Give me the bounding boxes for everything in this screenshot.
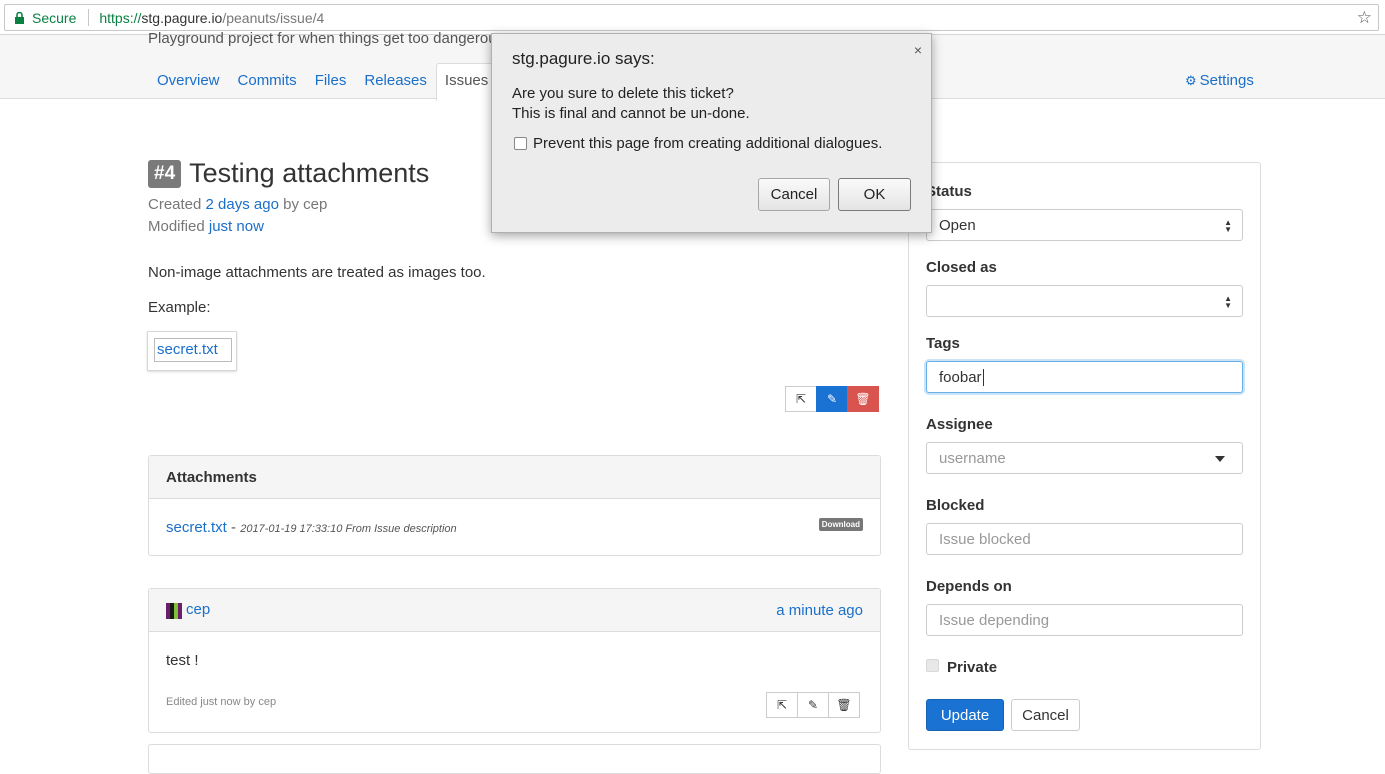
comment-share-button[interactable]: ⇱ — [766, 692, 798, 718]
attachments-title: Attachments — [149, 456, 880, 499]
url-box[interactable]: Secure https://stg.pagure.io/peanuts/iss… — [4, 4, 1379, 31]
issue-title: #4 Testing attachments — [148, 158, 429, 189]
tags-input[interactable]: foobar — [926, 361, 1243, 393]
comment-author-link[interactable]: cep — [186, 601, 210, 618]
tab-commits[interactable]: Commits — [229, 63, 306, 101]
select-arrows-icon: ▲ ▼ — [1224, 294, 1232, 310]
tab-releases[interactable]: Releases — [355, 63, 436, 101]
assignee-input[interactable]: username — [926, 442, 1243, 474]
comment-edit-button[interactable]: ✎ — [797, 692, 829, 718]
pencil-icon: ✎ — [807, 698, 819, 712]
issue-actions: ⇱ ✎ 🗑 — [785, 386, 879, 412]
edit-button[interactable]: ✎ — [816, 386, 848, 412]
prevent-dialogs-checkbox[interactable] — [514, 137, 527, 150]
attachment-file-link[interactable]: secret.txt — [166, 519, 227, 536]
trash-icon: 🗑 — [836, 698, 852, 712]
depends-on-label: Depends on — [926, 578, 1012, 595]
repo-tabs: Overview Commits Files Releases Issues — [148, 63, 498, 101]
sidebar-cancel-button[interactable]: Cancel — [1011, 699, 1080, 731]
issue-number-badge: #4 — [148, 159, 182, 188]
private-label: Private — [947, 659, 998, 676]
modified-when-link[interactable]: just now — [209, 218, 264, 235]
attachment-row: secret.txt - 2017-01-19 17:33:10 From Is… — [166, 519, 457, 536]
dialog-title: stg.pagure.io says: — [512, 49, 655, 68]
url-text[interactable]: https://stg.pagure.io/peanuts/issue/4 — [99, 10, 324, 26]
status-select[interactable]: Open ▲ ▼ — [926, 209, 1243, 241]
select-arrows-icon: ▲ ▼ — [1224, 218, 1232, 234]
text-cursor — [982, 368, 984, 386]
close-icon[interactable]: × — [914, 42, 922, 58]
tab-files[interactable]: Files — [306, 63, 356, 101]
chevron-down-icon — [1215, 456, 1225, 462]
created-when-link[interactable]: 2 days ago — [206, 196, 279, 213]
comment-time-link[interactable]: a minute ago — [776, 602, 863, 619]
comment-actions: ⇱ ✎ 🗑 — [766, 692, 860, 718]
issue-modified-meta: Modified just now — [148, 218, 264, 235]
attachments-panel: Attachments secret.txt - 2017-01-19 17:3… — [148, 455, 881, 556]
prevent-dialogs-label[interactable]: Prevent this page from creating addition… — [533, 135, 882, 152]
share-icon: ⇱ — [795, 392, 807, 406]
depends-on-input[interactable]: Issue depending — [926, 604, 1243, 636]
assignee-label: Assignee — [926, 416, 993, 433]
issue-body-line: Non-image attachments are treated as ima… — [148, 264, 486, 281]
broken-image-alt: secret.txt — [154, 338, 232, 362]
update-button[interactable]: Update — [926, 699, 1004, 731]
dialog-message: Are you sure to delete this ticket? This… — [512, 85, 750, 122]
lock-icon — [14, 11, 25, 24]
download-badge[interactable]: Download — [818, 518, 863, 531]
trash-icon: 🗑 — [855, 392, 871, 406]
comment-delete-button[interactable]: 🗑 — [828, 692, 860, 718]
tab-overview[interactable]: Overview — [148, 63, 229, 101]
tab-issues[interactable]: Issues — [435, 63, 498, 101]
share-button[interactable]: ⇱ — [785, 386, 817, 412]
status-label: Status — [926, 183, 972, 200]
avatar — [166, 602, 182, 619]
comment-panel: cep a minute ago test ! Edited just now … — [148, 588, 881, 733]
blocked-label: Blocked — [926, 497, 985, 514]
secure-label: Secure — [32, 9, 77, 26]
comment-header: cep a minute ago — [149, 589, 880, 632]
closed-as-select[interactable]: ▲ ▼ — [926, 285, 1243, 317]
dialog-ok-button[interactable]: OK — [838, 178, 911, 211]
delete-button[interactable]: 🗑 — [847, 386, 879, 412]
share-icon: ⇱ — [776, 698, 788, 712]
comment-author: cep — [166, 601, 210, 619]
pencil-icon: ✎ — [826, 392, 838, 406]
bookmark-star-icon[interactable]: ☆ — [1357, 8, 1372, 28]
url-separator — [88, 9, 90, 26]
closed-as-label: Closed as — [926, 259, 997, 276]
tags-label: Tags — [926, 335, 960, 352]
gear-icon: ⚙ — [1185, 73, 1197, 88]
blocked-input[interactable]: Issue blocked — [926, 523, 1243, 555]
issue-title-text: Testing attachments — [189, 158, 430, 188]
private-checkbox[interactable] — [926, 659, 939, 672]
comment-edited-note: Edited just now by cep — [166, 696, 277, 708]
repo-description: Playground project for when things get t… — [148, 30, 505, 47]
next-comment-panel — [148, 744, 881, 774]
dialog-cancel-button[interactable]: Cancel — [758, 178, 830, 211]
issue-body-example: Example: — [148, 299, 211, 316]
comment-text: test ! — [166, 652, 199, 669]
attachment-meta: 2017-01-19 17:33:10 From Issue descripti… — [240, 523, 457, 535]
settings-link[interactable]: ⚙ Settings — [1185, 72, 1254, 89]
attachment-image-thumbnail[interactable]: secret.txt — [147, 331, 237, 371]
issue-created-meta: Created 2 days ago by cep — [148, 196, 328, 213]
confirm-delete-dialog: stg.pagure.io says: × Are you sure to de… — [491, 33, 932, 233]
